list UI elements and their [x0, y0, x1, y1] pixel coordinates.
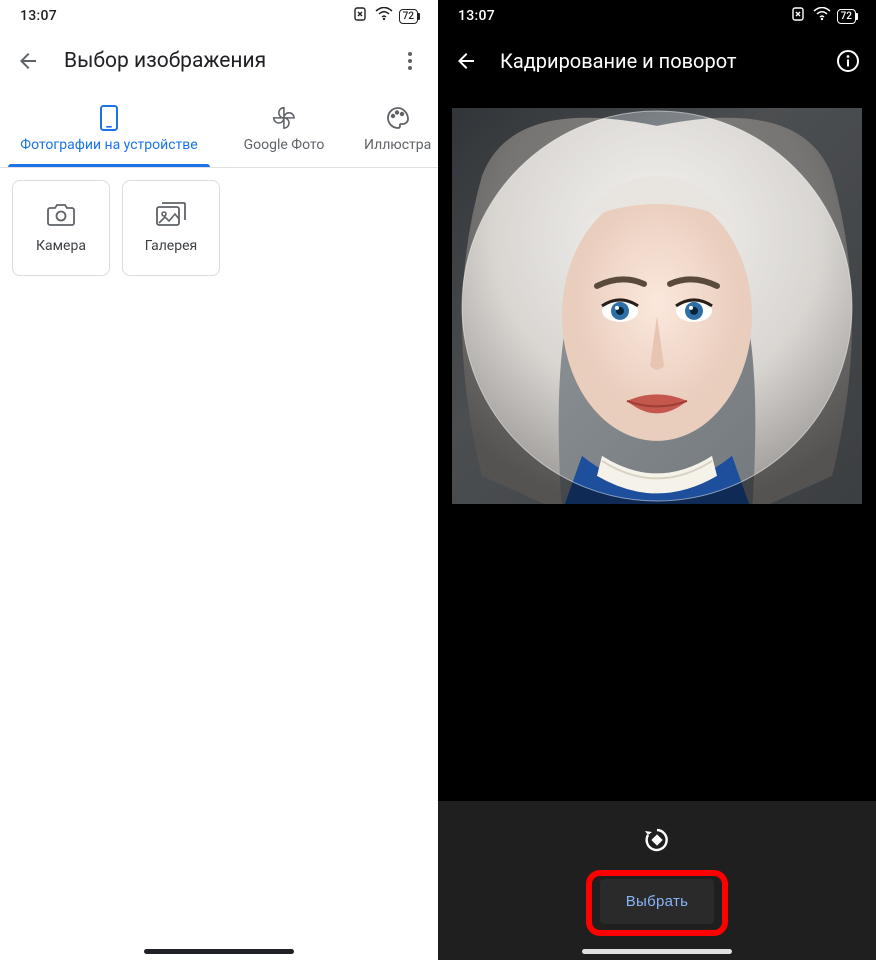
source-grid: Камера Галерея — [0, 168, 438, 288]
tab-label: Иллюстра — [364, 137, 431, 153]
tab-label: Фотографии на устройстве — [20, 137, 197, 153]
back-icon[interactable] — [452, 47, 480, 75]
card-label: Галерея — [145, 238, 197, 254]
crop-area[interactable] — [438, 90, 876, 504]
status-bar: 13:07 72 — [0, 0, 438, 32]
battery-icon: 72 — [837, 9, 856, 24]
tab-illustrations[interactable]: Иллюстра — [350, 90, 445, 167]
app-bar: Выбор изображения — [0, 32, 438, 90]
tab-device-photos[interactable]: Фотографии на устройстве — [0, 90, 218, 167]
nav-indicator — [144, 949, 294, 954]
gallery-icon — [156, 202, 186, 230]
status-time: 13:07 — [20, 8, 57, 24]
portrait-image — [452, 116, 862, 504]
card-label: Камера — [36, 238, 86, 254]
tab-google-photos[interactable]: Google Фото — [218, 90, 350, 167]
vibrate-icon — [351, 7, 369, 25]
gallery-card[interactable]: Галерея — [122, 180, 220, 276]
screen-image-picker: 13:07 72 Выбор изображения Фотографии на… — [0, 0, 438, 960]
app-bar: Кадрирование и поворот — [438, 32, 876, 90]
page-title: Выбор изображения — [64, 49, 374, 73]
status-bar: 13:07 72 — [438, 0, 876, 32]
more-icon[interactable] — [396, 47, 424, 75]
tab-label: Google Фото — [244, 137, 325, 153]
wifi-icon — [375, 7, 393, 25]
status-time: 13:07 — [458, 8, 495, 24]
wifi-icon — [813, 7, 831, 25]
battery-icon: 72 — [399, 9, 418, 24]
vibrate-icon — [789, 7, 807, 25]
camera-icon — [47, 202, 75, 230]
crop-frame[interactable] — [452, 108, 862, 504]
status-right: 72 — [789, 7, 856, 25]
rotate-icon[interactable] — [642, 825, 672, 859]
palette-icon — [386, 105, 410, 131]
screen-crop-rotate: 13:07 72 Кадрирование и поворот — [438, 0, 876, 960]
info-icon[interactable] — [834, 47, 862, 75]
page-title: Кадрирование и поворот — [500, 49, 814, 73]
pinwheel-icon — [272, 105, 296, 131]
nav-indicator — [582, 949, 732, 954]
camera-card[interactable]: Камера — [12, 180, 110, 276]
back-icon[interactable] — [14, 47, 42, 75]
phone-icon — [100, 105, 118, 131]
tabs: Фотографии на устройстве Google Фото Илл… — [0, 90, 438, 168]
select-button[interactable]: Выбрать — [600, 879, 715, 924]
bottom-toolbar: Выбрать — [438, 801, 876, 960]
status-right: 72 — [351, 7, 418, 25]
